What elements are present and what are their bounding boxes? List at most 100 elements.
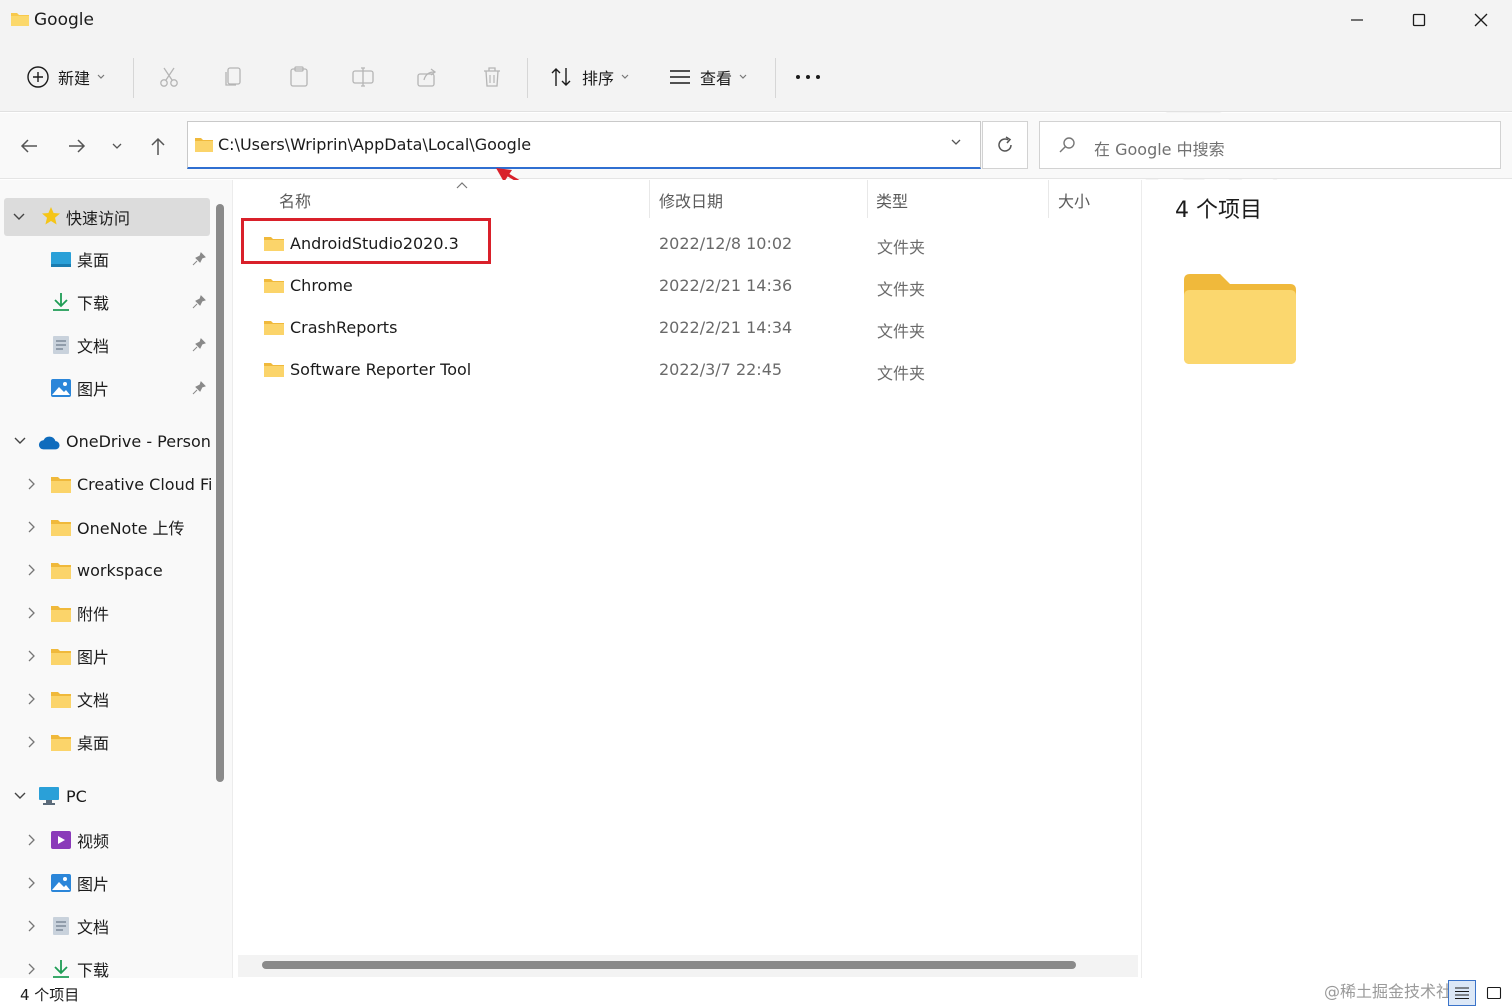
video-icon bbox=[51, 831, 71, 849]
search-placeholder: 在 Google 中搜索 bbox=[1094, 140, 1225, 159]
details-pane: 4 个项目 bbox=[1141, 180, 1512, 978]
refresh-button[interactable] bbox=[982, 121, 1028, 169]
minimize-button[interactable] bbox=[1326, 0, 1388, 40]
pin-icon[interactable] bbox=[192, 338, 206, 352]
star-icon bbox=[42, 207, 60, 225]
sidebar-item-pc-documents[interactable]: 文档 bbox=[0, 907, 212, 945]
sidebar-item-onenote[interactable]: OneNote 上传 bbox=[0, 508, 212, 546]
pin-icon[interactable] bbox=[192, 252, 206, 266]
chevron-right-icon[interactable] bbox=[24, 919, 38, 933]
table-row[interactable]: Software Reporter Tool 2022/3/7 22:45 文件… bbox=[243, 350, 1123, 390]
sidebar-label: 附件 bbox=[77, 605, 110, 624]
close-button[interactable] bbox=[1450, 0, 1512, 40]
sort-ascending-icon bbox=[456, 182, 468, 189]
chevron-right-icon[interactable] bbox=[24, 962, 38, 976]
chevron-down-icon bbox=[112, 143, 122, 149]
chevron-down-icon[interactable] bbox=[12, 210, 26, 224]
sidebar-item-attachments[interactable]: 附件 bbox=[0, 594, 212, 632]
sidebar-item-onedrive-pictures[interactable]: 图片 bbox=[0, 637, 212, 675]
chevron-down-icon[interactable] bbox=[13, 434, 27, 448]
chevron-right-icon[interactable] bbox=[24, 735, 38, 749]
sidebar-scrollbar[interactable] bbox=[216, 204, 224, 782]
sort-button[interactable]: 排序 bbox=[550, 58, 630, 96]
document-icon bbox=[53, 336, 69, 354]
details-view-icon bbox=[1455, 987, 1469, 1000]
chevron-right-icon[interactable] bbox=[24, 606, 38, 620]
up-button[interactable] bbox=[143, 131, 173, 161]
horizontal-scrollbar[interactable] bbox=[262, 961, 1076, 969]
download-icon bbox=[53, 293, 69, 311]
sidebar-label: 下载 bbox=[77, 294, 110, 313]
view-button[interactable]: 查看 bbox=[668, 58, 748, 96]
watermark-text: @稀土掘金技术社区 bbox=[1324, 982, 1469, 1001]
sidebar-item-onedrive[interactable]: OneDrive - Personal bbox=[0, 422, 212, 460]
rename-button[interactable] bbox=[352, 58, 374, 96]
chevron-right-icon[interactable] bbox=[24, 692, 38, 706]
delete-button[interactable] bbox=[481, 58, 503, 96]
sidebar-item-onedrive-desktop[interactable]: 桌面 bbox=[0, 723, 212, 761]
folder-icon bbox=[51, 563, 71, 579]
chevron-right-icon[interactable] bbox=[24, 563, 38, 577]
cut-button[interactable] bbox=[158, 58, 180, 96]
chevron-down-icon bbox=[739, 74, 747, 79]
chevron-down-icon bbox=[621, 74, 629, 79]
copy-button[interactable] bbox=[224, 58, 244, 96]
sidebar-item-quick-access[interactable]: 快速访问 bbox=[4, 198, 210, 236]
table-row[interactable]: Chrome 2022/2/21 14:36 文件夹 bbox=[243, 266, 1123, 306]
file-list: 名称 修改日期 类型 大小 AndroidStudio2020.3 2022/1… bbox=[232, 180, 1140, 978]
window-title: Google bbox=[34, 10, 94, 30]
pin-icon[interactable] bbox=[192, 295, 206, 309]
chevron-down-icon[interactable] bbox=[13, 789, 27, 803]
column-header-size[interactable]: 大小 bbox=[1058, 188, 1090, 212]
folder-icon bbox=[51, 649, 71, 665]
item-count: 4 个项目 bbox=[1175, 198, 1262, 223]
chevron-down-icon[interactable] bbox=[950, 138, 962, 146]
folder-icon bbox=[195, 138, 213, 152]
chevron-right-icon[interactable] bbox=[24, 649, 38, 663]
trash-icon bbox=[484, 67, 500, 87]
chevron-right-icon[interactable] bbox=[24, 876, 38, 890]
view-label: 查看 bbox=[700, 69, 733, 88]
paste-button[interactable] bbox=[288, 58, 310, 96]
sidebar-item-downloads[interactable]: 下载 bbox=[0, 283, 212, 321]
divider bbox=[133, 58, 134, 98]
sidebar-label: OneDrive - Personal bbox=[66, 431, 212, 451]
sidebar-item-pc[interactable]: PC bbox=[0, 777, 212, 815]
sidebar-label: OneNote 上传 bbox=[77, 519, 185, 538]
sidebar-label: 图片 bbox=[77, 875, 110, 894]
forward-button[interactable] bbox=[62, 131, 92, 161]
column-header-name[interactable]: 名称 bbox=[279, 188, 311, 212]
new-button[interactable]: 新建 bbox=[26, 58, 106, 96]
arrow-up-icon bbox=[151, 137, 165, 155]
status-item-count: 4 个项目 bbox=[20, 986, 80, 1004]
sidebar-item-creative-cloud[interactable]: Creative Cloud Files bbox=[0, 465, 212, 503]
sidebar-item-documents[interactable]: 文档 bbox=[0, 326, 212, 364]
share-button[interactable] bbox=[416, 58, 438, 96]
navigation-pane: 快速访问 桌面 下载 文档 图片 OneDrive - Personal Cre… bbox=[0, 180, 232, 1008]
maximize-button[interactable] bbox=[1388, 0, 1450, 40]
sidebar-label: Creative Cloud Files bbox=[77, 474, 212, 494]
status-bar: 4 个项目 @稀土掘金技术社区 bbox=[0, 978, 1512, 1008]
chevron-right-icon[interactable] bbox=[24, 477, 38, 491]
sidebar-item-videos[interactable]: 视频 bbox=[0, 821, 212, 859]
chevron-right-icon[interactable] bbox=[24, 833, 38, 847]
copy-icon bbox=[225, 67, 241, 86]
back-button[interactable] bbox=[14, 131, 44, 161]
sidebar-item-desktop[interactable]: 桌面 bbox=[0, 240, 212, 278]
more-options-button[interactable] bbox=[794, 58, 822, 96]
large-icons-view-button[interactable] bbox=[1480, 980, 1508, 1006]
search-box[interactable]: 在 Google 中搜索 bbox=[1039, 121, 1501, 169]
column-header-modified[interactable]: 修改日期 bbox=[659, 188, 723, 212]
sidebar-item-pc-pictures[interactable]: 图片 bbox=[0, 864, 212, 902]
file-type: 文件夹 bbox=[877, 238, 926, 257]
pin-icon[interactable] bbox=[192, 381, 206, 395]
sidebar-item-pictures[interactable]: 图片 bbox=[0, 369, 212, 407]
sidebar-item-onedrive-documents[interactable]: 文档 bbox=[0, 680, 212, 718]
table-row[interactable]: CrashReports 2022/2/21 14:34 文件夹 bbox=[243, 308, 1123, 348]
details-view-button[interactable] bbox=[1448, 980, 1476, 1006]
column-header-type[interactable]: 类型 bbox=[876, 188, 908, 212]
recent-locations-button[interactable] bbox=[102, 131, 132, 161]
sidebar-item-workspace[interactable]: workspace bbox=[0, 551, 212, 589]
chevron-right-icon[interactable] bbox=[24, 520, 38, 534]
folder-icon bbox=[51, 735, 71, 751]
